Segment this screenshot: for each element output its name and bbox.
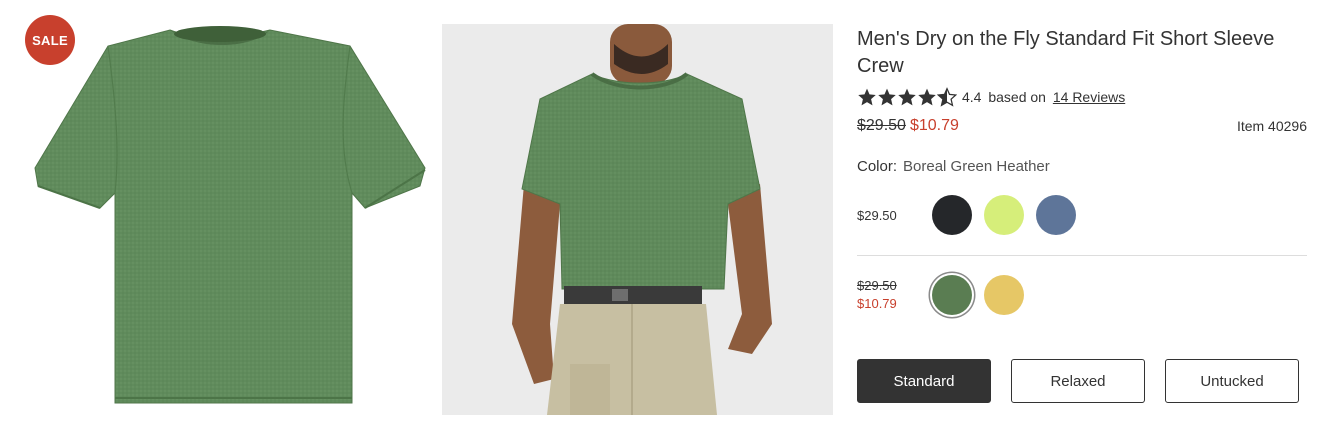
rating-value: 4.4 (962, 89, 982, 105)
reviews-link[interactable]: 14 Reviews (1053, 89, 1125, 105)
product-info-panel: Men's Dry on the Fly Standard Fit Short … (857, 26, 1307, 403)
star-full-icon (858, 88, 876, 106)
swatch-list (932, 195, 1088, 235)
tshirt-flat-illustration (34, 26, 426, 404)
star-rating[interactable] (857, 87, 957, 107)
rating-summary: 4.4 based on 14 Reviews (962, 89, 1125, 105)
lime-swatch[interactable] (984, 195, 1024, 235)
swatch-group-price-old: $29.50 (857, 278, 897, 293)
product-image-flat-lay[interactable] (20, 18, 440, 413)
star-half-icon (937, 87, 957, 107)
swatch-divider (857, 255, 1307, 256)
fit-untucked-button[interactable]: Untucked (1165, 359, 1299, 403)
star-full-icon (898, 88, 916, 106)
price-row: $29.50 $10.79 Item 40296 (857, 115, 1307, 137)
black-swatch[interactable] (932, 195, 972, 235)
fit-standard-button[interactable]: Standard (857, 359, 991, 403)
price-original: $29.50 (857, 117, 906, 134)
swatch-group-price-new: $10.79 (857, 296, 897, 311)
star-full-icon (878, 88, 896, 106)
color-label: Color: (857, 158, 898, 175)
swatch-group-full-price: $29.50 (857, 191, 1307, 239)
product-image-model[interactable] (442, 24, 833, 415)
gold-heather-swatch[interactable] (984, 275, 1024, 315)
fit-relaxed-button[interactable]: Relaxed (1011, 359, 1145, 403)
swatch-group-price-sale: $29.50 $10.79 (857, 277, 932, 313)
swatch-group-sale-price: $29.50 $10.79 (857, 269, 1307, 321)
product-title: Men's Dry on the Fly Standard Fit Short … (857, 28, 1275, 77)
star-full-icon (918, 88, 936, 106)
rating-based-on: based on (988, 89, 1046, 105)
fit-selector: Standard Relaxed Untucked (857, 359, 1307, 403)
green-heather-swatch[interactable] (932, 275, 972, 315)
selected-color-name: Boreal Green Heather (903, 158, 1050, 175)
item-number: Item 40296 (1236, 118, 1307, 134)
price-sale: $10.79 (909, 117, 959, 134)
model-illustration (512, 24, 772, 415)
sale-badge: SALE (25, 15, 75, 65)
swatch-group-price: $29.50 (857, 207, 897, 223)
blue-heather-swatch[interactable] (1036, 195, 1076, 235)
color-selection-label: Color: Boreal Green Heather (857, 158, 1307, 178)
swatch-list (932, 275, 1036, 315)
rating-row: 4.4 based on 14 Reviews (857, 86, 1307, 108)
